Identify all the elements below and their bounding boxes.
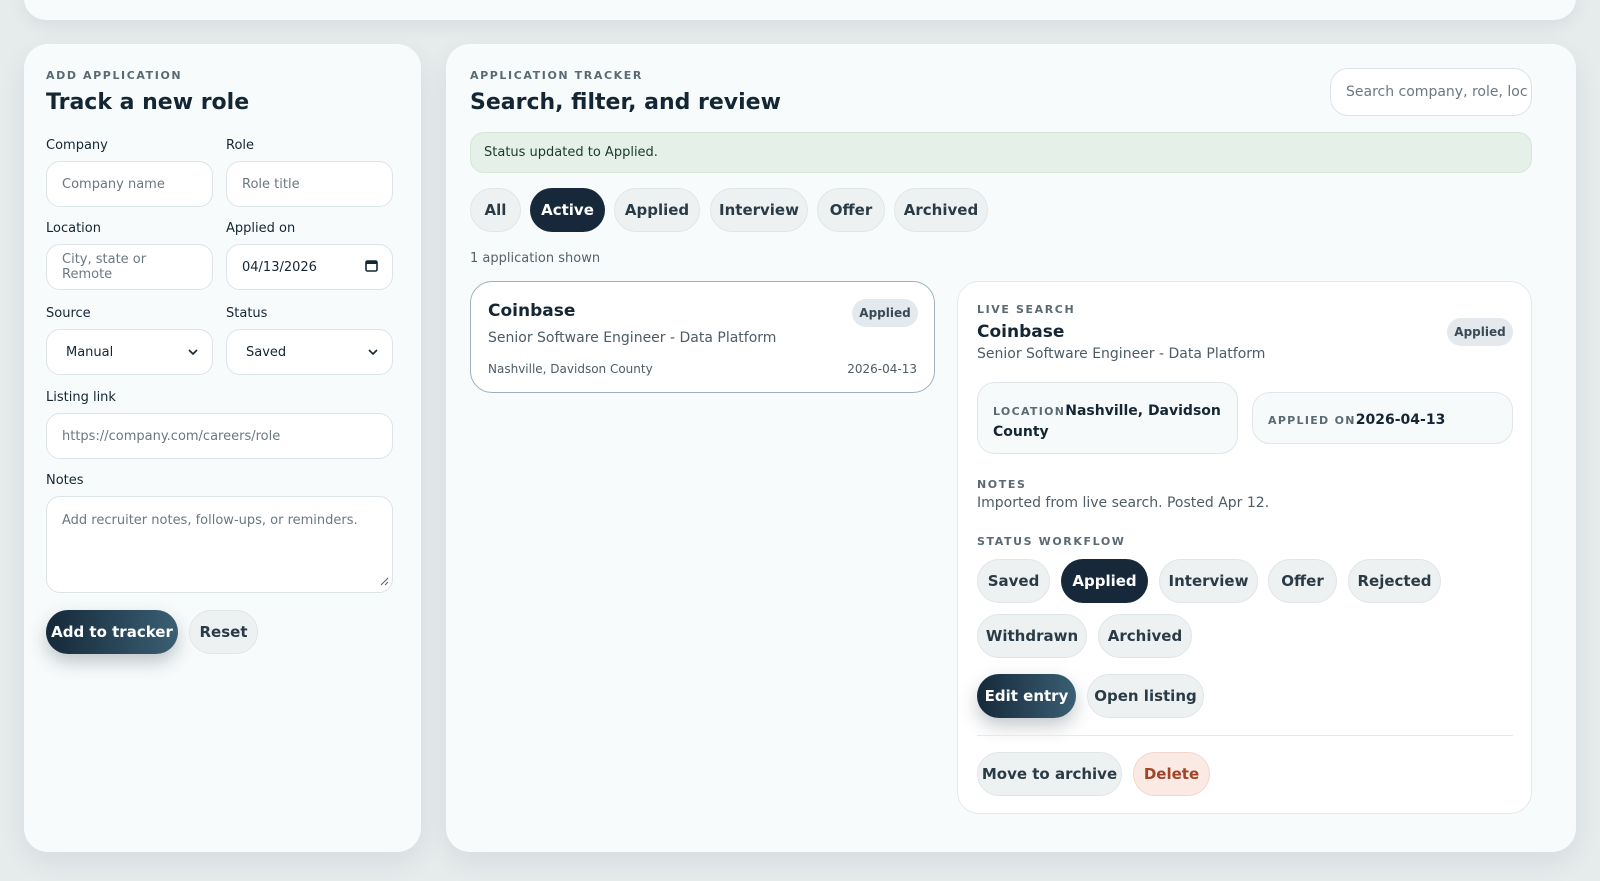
company-input[interactable]: Company name <box>46 161 213 207</box>
source-label: Source <box>46 306 91 321</box>
applied-on-label: Applied on <box>226 221 296 236</box>
company-label: Company <box>46 138 108 153</box>
filter-offer[interactable]: Offer <box>817 188 885 232</box>
reset-button[interactable]: Reset <box>189 610 258 654</box>
status-message-text: Status updated to Applied. <box>484 145 658 160</box>
detail-company: Coinbase <box>977 322 1065 342</box>
source-select[interactable]: Manual <box>46 329 213 375</box>
tracker-eyebrow: APPLICATION TRACKER <box>470 69 643 82</box>
card-location: Nashville, Davidson County <box>488 362 653 376</box>
applied-on-info-box: APPLIED ON2026-04-13 <box>1252 392 1513 444</box>
move-to-archive-button[interactable]: Move to archive <box>977 752 1122 796</box>
workflow-interview[interactable]: Interview <box>1159 559 1258 603</box>
add-form-eyebrow: ADD APPLICATION <box>46 69 183 82</box>
application-detail: LIVE SEARCH Coinbase Applied Senior Soft… <box>957 281 1532 814</box>
filter-applied[interactable]: Applied <box>614 188 700 232</box>
detail-role: Senior Software Engineer - Data Platform <box>977 346 1266 362</box>
calendar-icon[interactable] <box>365 259 378 275</box>
role-label: Role <box>226 138 255 153</box>
applied-on-date-input[interactable]: 04/13/2026 <box>226 244 393 290</box>
filter-archived[interactable]: Archived <box>894 188 988 232</box>
add-to-tracker-button[interactable]: Add to tracker <box>46 610 178 654</box>
chevron-down-icon <box>188 345 198 359</box>
add-application-panel: ADD APPLICATION Track a new role Company… <box>24 44 421 852</box>
applied-on-value: 04/13/2026 <box>242 259 317 275</box>
card-role: Senior Software Engineer - Data Platform <box>488 330 777 346</box>
source-value: Manual <box>66 344 114 360</box>
notes-text: Imported from live search. Posted Apr 12… <box>977 495 1270 511</box>
workflow-label: STATUS WORKFLOW <box>977 535 1126 548</box>
notes-section-label: NOTES <box>977 478 1027 491</box>
workflow-applied[interactable]: Applied <box>1061 559 1148 603</box>
location-input[interactable]: City, state or Remote <box>46 244 213 290</box>
location-info-label: LOCATION <box>993 405 1066 418</box>
status-message-bar: Status updated to Applied. <box>470 132 1532 173</box>
status-value: Saved <box>246 344 287 360</box>
workflow-rejected[interactable]: Rejected <box>1348 559 1441 603</box>
application-card[interactable]: Coinbase Applied Senior Software Enginee… <box>470 281 935 393</box>
notes-placeholder: Add recruiter notes, follow-ups, or remi… <box>62 513 358 528</box>
resize-handle-icon[interactable] <box>380 575 389 590</box>
filter-active[interactable]: Active <box>530 188 605 232</box>
detail-status-badge: Applied <box>1447 318 1513 346</box>
top-bar <box>24 0 1576 20</box>
open-listing-button[interactable]: Open listing <box>1087 674 1204 718</box>
workflow-offer[interactable]: Offer <box>1268 559 1337 603</box>
notes-textarea[interactable]: Add recruiter notes, follow-ups, or remi… <box>46 496 393 593</box>
applied-on-info-label: APPLIED ON <box>1268 414 1356 427</box>
listing-link-label: Listing link <box>46 390 116 405</box>
detail-divider <box>977 735 1513 736</box>
status-select[interactable]: Saved <box>226 329 393 375</box>
delete-button[interactable]: Delete <box>1133 752 1210 796</box>
notes-label: Notes <box>46 473 84 488</box>
search-input[interactable]: Search company, role, loc <box>1330 68 1532 116</box>
workflow-saved[interactable]: Saved <box>977 559 1050 603</box>
location-label: Location <box>46 221 101 236</box>
workflow-withdrawn[interactable]: Withdrawn <box>977 614 1087 658</box>
tracker-title: Search, filter, and review <box>470 90 781 115</box>
listing-link-input[interactable]: https://company.com/careers/role <box>46 413 393 459</box>
card-company: Coinbase <box>488 301 576 321</box>
location-info-box: LOCATIONNashville, Davidson County <box>977 382 1238 454</box>
results-count: 1 application shown <box>470 251 601 266</box>
card-status-badge: Applied <box>852 299 918 327</box>
chevron-down-icon <box>368 345 378 359</box>
application-tracker-panel: APPLICATION TRACKER Search, filter, and … <box>446 44 1576 852</box>
detail-eyebrow: LIVE SEARCH <box>977 303 1076 316</box>
status-label: Status <box>226 306 268 321</box>
applied-on-info-value: 2026-04-13 <box>1355 412 1446 428</box>
edit-entry-button[interactable]: Edit entry <box>977 674 1076 718</box>
filter-interview[interactable]: Interview <box>710 188 808 232</box>
add-form-title: Track a new role <box>46 90 250 115</box>
role-input[interactable]: Role title <box>226 161 393 207</box>
card-date: 2026-04-13 <box>847 362 917 376</box>
workflow-archived[interactable]: Archived <box>1098 614 1192 658</box>
filter-all[interactable]: All <box>470 188 521 232</box>
